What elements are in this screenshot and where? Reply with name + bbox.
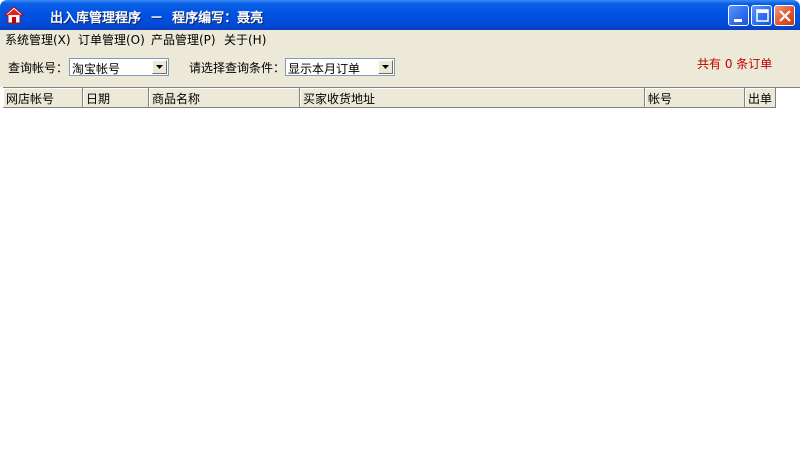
chevron-down-icon	[382, 65, 389, 69]
maximize-icon	[756, 9, 769, 22]
close-icon	[779, 10, 791, 22]
house-icon[interactable]	[4, 5, 24, 25]
column-header-shop-account[interactable]: 网店帐号	[3, 88, 83, 108]
column-header-label: 网店帐号	[6, 92, 55, 106]
column-header-shipping-address[interactable]: 买家收货地址	[300, 88, 645, 108]
menu-orders[interactable]: 订单管理(O)	[78, 31, 145, 48]
minimize-button[interactable]	[728, 5, 749, 26]
column-header-label: 商品名称	[152, 92, 201, 106]
column-header-label: 买家收货地址	[303, 92, 376, 106]
window-title: 出入库管理程序 － 程序编写：聂亮	[50, 11, 264, 26]
condition-select-value: 显示本月订单	[288, 62, 361, 76]
account-label: 查询帐号：	[8, 61, 69, 75]
orders-table[interactable]: 网店帐号 日期 商品名称 买家收货地址 帐号 出单	[3, 87, 800, 459]
condition-select-dropdown-button[interactable]	[378, 60, 393, 74]
column-header-account[interactable]: 帐号	[645, 88, 745, 108]
column-header-dispatch[interactable]: 出单	[745, 88, 776, 108]
table-header: 网店帐号 日期 商品名称 买家收货地址 帐号 出单	[3, 88, 776, 108]
account-select-dropdown-button[interactable]	[152, 60, 167, 74]
filter-toolbar: 查询帐号： 淘宝帐号 请选择查询条件： 显示本月订单 共有 0 条订单	[0, 47, 800, 87]
condition-label: 请选择查询条件：	[189, 61, 286, 75]
title-bar[interactable]: 出入库管理程序 － 程序编写：聂亮	[0, 0, 800, 30]
menu-products[interactable]: 产品管理(P)	[151, 31, 216, 48]
column-header-label: 日期	[86, 92, 111, 106]
menu-bar: 系统管理(X) 订单管理(O) 产品管理(P) 关于(H)	[0, 30, 800, 47]
column-header-label: 帐号	[648, 92, 673, 106]
menu-about[interactable]: 关于(H)	[224, 31, 266, 48]
condition-select[interactable]: 显示本月订单	[285, 58, 395, 76]
order-count: 共有 0 条订单	[697, 57, 773, 71]
minimize-icon	[734, 19, 742, 22]
column-header-label: 出单	[748, 92, 773, 106]
column-header-date[interactable]: 日期	[83, 88, 149, 108]
menu-system[interactable]: 系统管理(X)	[5, 31, 71, 48]
maximize-button[interactable]	[751, 5, 772, 26]
chevron-down-icon	[156, 65, 163, 69]
account-select[interactable]: 淘宝帐号	[69, 58, 169, 76]
column-header-product-name[interactable]: 商品名称	[149, 88, 300, 108]
close-button[interactable]	[774, 5, 795, 26]
account-select-value: 淘宝帐号	[72, 62, 121, 76]
